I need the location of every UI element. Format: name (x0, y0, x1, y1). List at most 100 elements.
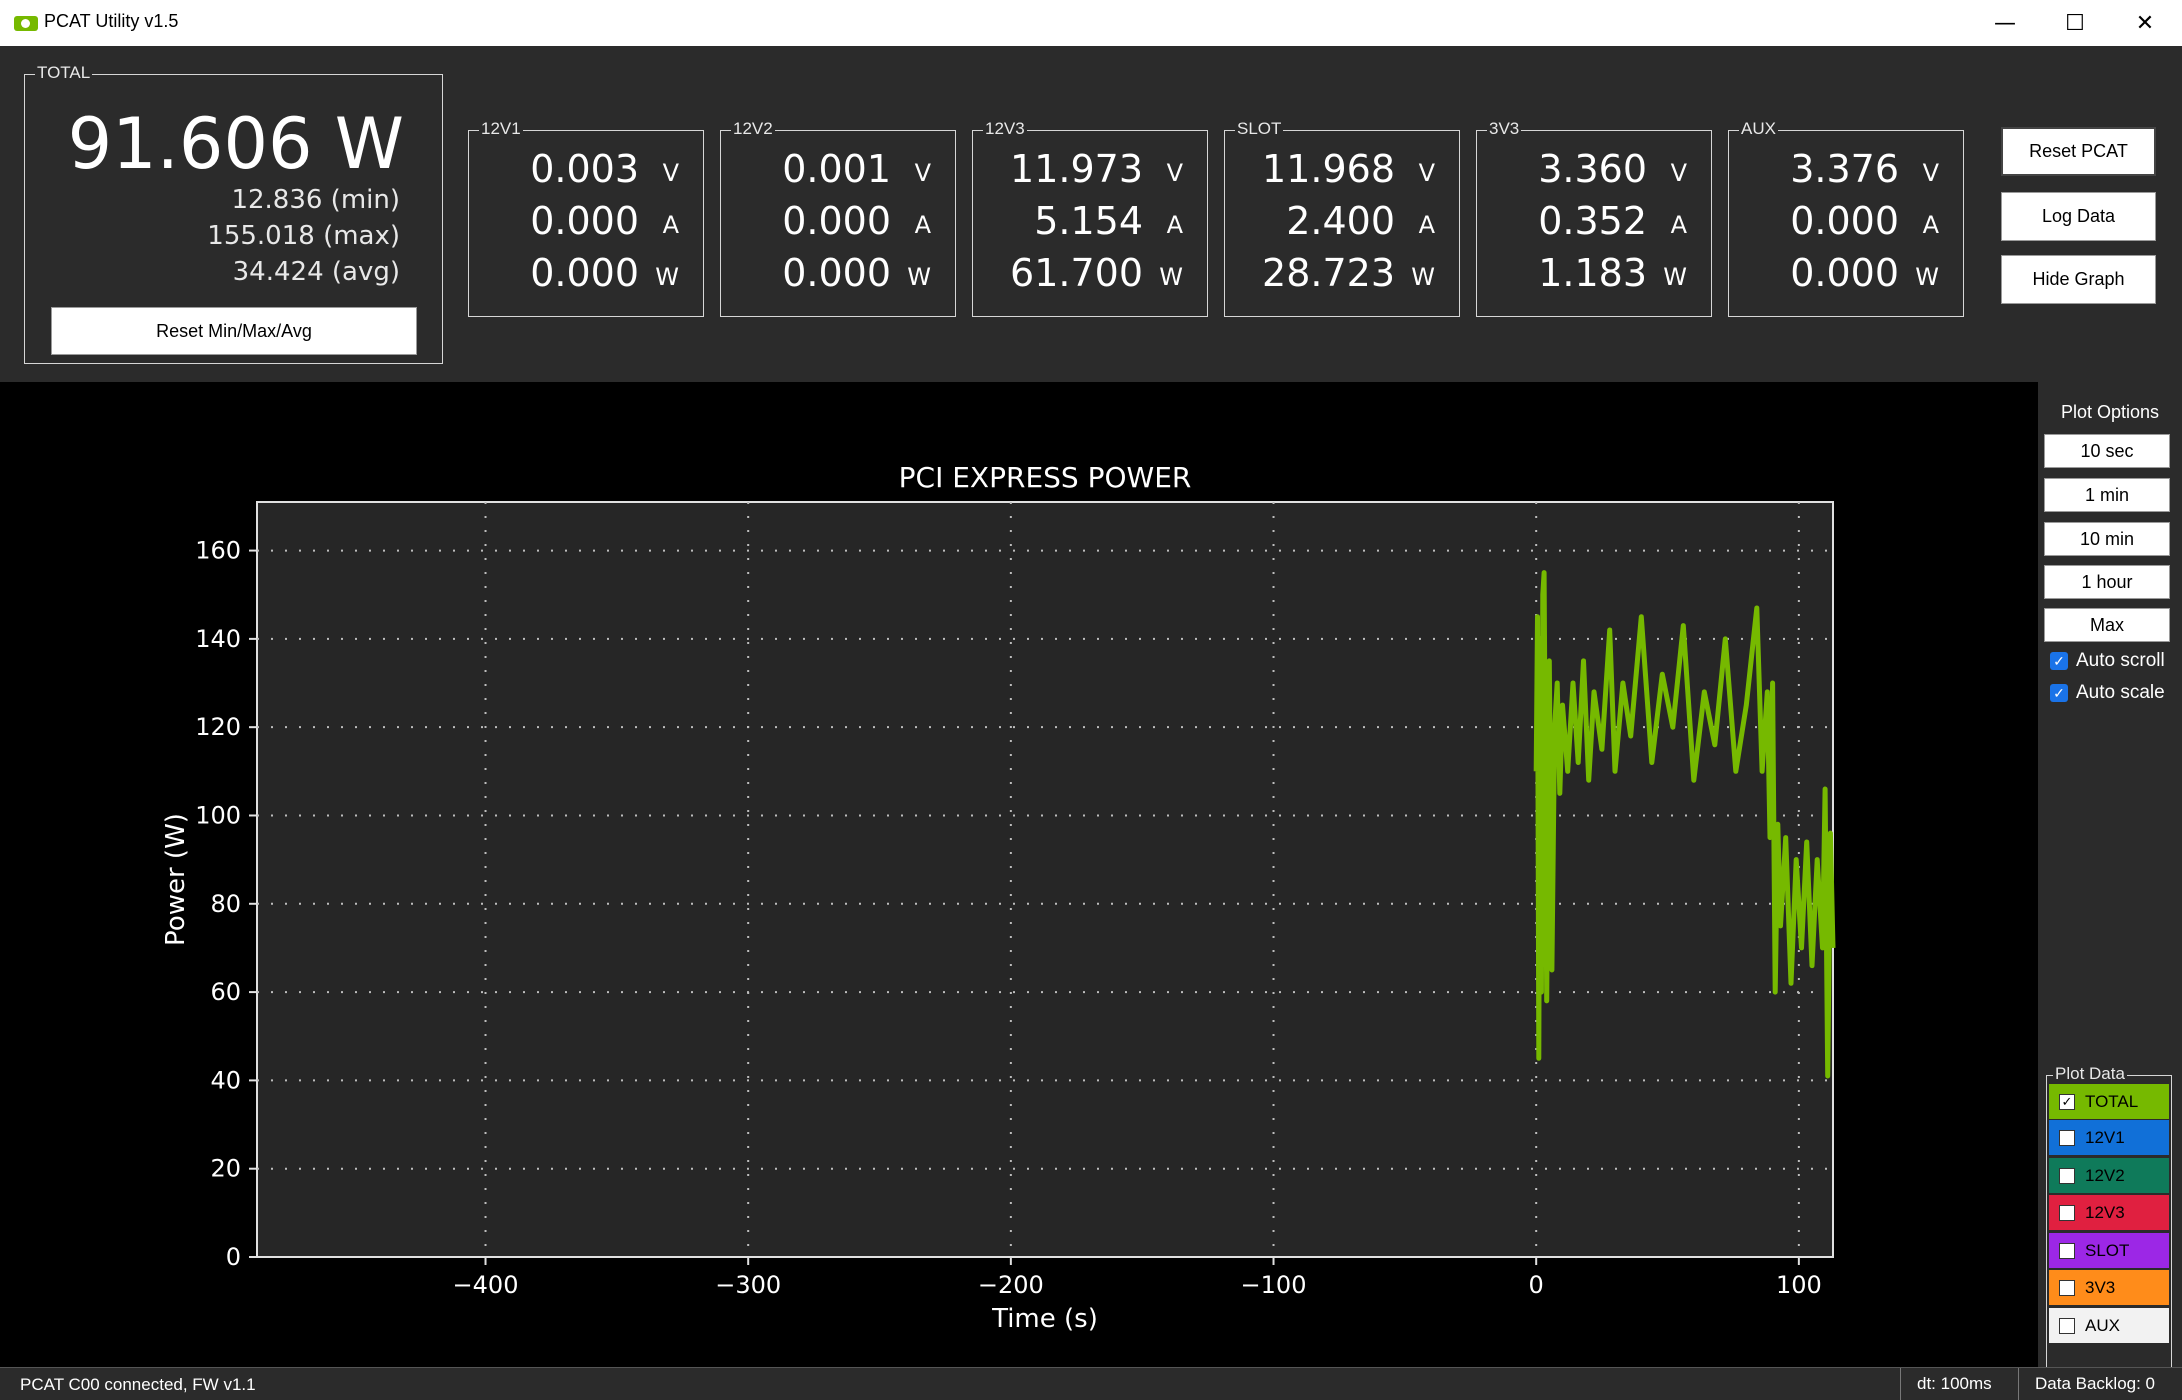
plot-options-title: Plot Options (2060, 402, 2160, 422)
log-data-button[interactable]: Log Data (2001, 192, 2156, 241)
rail-group-slot: SLOT 11.968 V 2.400 A 28.723 W (1224, 119, 1460, 317)
dt-status: dt: 100ms (1900, 1368, 2017, 1400)
close-button[interactable]: ✕ (2110, 0, 2180, 46)
rail-watts-unit: W (1411, 263, 1435, 291)
x-tick-label: 0 (1529, 1271, 1544, 1299)
rail-amps-unit: A (662, 211, 679, 239)
checkbox-icon[interactable] (2059, 1242, 2075, 1259)
title-bar: PCAT Utility v1.5 — ☐ ✕ (0, 0, 2182, 46)
y-tick-label: 80 (210, 890, 241, 918)
rail-label: AUX (1739, 119, 1778, 139)
auto-scroll-checkbox[interactable]: ✓ Auto scroll (2050, 650, 2165, 672)
plot-data-item-aux[interactable]: AUX (2049, 1308, 2169, 1343)
rail-watts-value: 0.000 (530, 251, 639, 295)
range-max-button[interactable]: Max (2044, 608, 2170, 642)
plot-data-item-label: 12V2 (2085, 1165, 2125, 1185)
total-group: TOTAL 91.606 W 12.836 (min) 155.018 (max… (24, 63, 443, 364)
rail-watts-value: 0.000 (1790, 251, 1899, 295)
y-tick-label: 100 (195, 801, 241, 829)
hide-graph-button[interactable]: Hide Graph (2001, 255, 2156, 304)
rail-group-12v2: 12V2 0.001 V 0.000 A 0.000 W (720, 119, 956, 317)
checkbox-icon[interactable]: ✓ (2059, 1093, 2075, 1110)
rail-amps-value: 0.352 (1538, 199, 1647, 243)
total-avg-value: 34.424 (avg) (232, 257, 400, 287)
rail-watts-unit: W (1915, 263, 1939, 291)
auto-scale-label: Auto scale (2076, 682, 2165, 703)
y-tick-label: 120 (195, 713, 241, 741)
rail-volts-unit: V (1922, 159, 1939, 187)
auto-scale-checkbox[interactable]: ✓ Auto scale (2050, 682, 2165, 704)
nvidia-app-icon (14, 16, 38, 31)
maximize-button[interactable]: ☐ (2040, 0, 2110, 46)
range-10min-button[interactable]: 10 min (2044, 522, 2170, 556)
y-tick-label: 160 (195, 537, 241, 565)
range-1min-button[interactable]: 1 min (2044, 478, 2170, 512)
rail-volts-value: 11.973 (1010, 147, 1143, 191)
total-group-label: TOTAL (35, 63, 93, 83)
plot-data-item-label: 12V1 (2085, 1127, 2125, 1147)
rail-label: 12V3 (983, 119, 1027, 139)
rail-amps-value: 0.000 (1790, 199, 1899, 243)
plot-options-panel: Plot Options 10 sec 1 min 10 min 1 hour … (2038, 382, 2182, 1369)
plot-data-item-total[interactable]: ✓ TOTAL (2049, 1084, 2169, 1119)
reset-pcat-button[interactable]: Reset PCAT (2001, 127, 2156, 176)
rail-watts-value: 61.700 (1010, 251, 1143, 295)
plot-data-item-12v1[interactable]: 12V1 (2049, 1120, 2169, 1155)
y-tick-label: 40 (210, 1066, 241, 1094)
rail-amps-value: 0.000 (530, 199, 639, 243)
rail-volts-value: 3.360 (1538, 147, 1647, 191)
rail-volts-unit: V (1418, 159, 1435, 187)
checkbox-icon[interactable] (2059, 1204, 2075, 1221)
backlog-status: Data Backlog: 0 (2018, 1368, 2182, 1400)
reset-min-max-avg-button[interactable]: Reset Min/Max/Avg (51, 307, 417, 355)
rail-group-aux: AUX 3.376 V 0.000 A 0.000 W (1728, 119, 1964, 317)
rail-amps-unit: A (1418, 211, 1435, 239)
plot-data-item-label: 12V3 (2085, 1202, 2125, 1222)
checkbox-icon[interactable] (2059, 1167, 2075, 1184)
rail-amps-unit: A (1670, 211, 1687, 239)
rail-amps-unit: A (914, 211, 931, 239)
plot-data-item-label: SLOT (2085, 1240, 2130, 1260)
rail-watts-value: 0.000 (782, 251, 891, 295)
check-icon: ✓ (2050, 652, 2068, 670)
range-10sec-button[interactable]: 10 sec (2044, 434, 2170, 468)
y-axis-label: Power (W) (161, 813, 191, 946)
chart-title: PCI EXPRESS POWER (899, 461, 1192, 494)
readings-panel: TOTAL 91.606 W 12.836 (min) 155.018 (max… (0, 46, 2182, 382)
rail-label: 12V1 (479, 119, 523, 139)
checkbox-icon[interactable] (2059, 1279, 2075, 1296)
rail-volts-unit: V (1670, 159, 1687, 187)
rail-watts-value: 28.723 (1262, 251, 1395, 295)
rail-watts-unit: W (1663, 263, 1687, 291)
plot-data-item-12v2[interactable]: 12V2 (2049, 1158, 2169, 1193)
x-tick-label: 100 (1776, 1271, 1822, 1299)
check-mark-icon: ✓ (2061, 1094, 2073, 1109)
rail-label: 12V2 (731, 119, 775, 139)
y-tick-label: 140 (195, 625, 241, 653)
x-tick-label: −100 (1241, 1271, 1307, 1299)
checkbox-icon[interactable] (2059, 1129, 2075, 1146)
plot-data-item-slot[interactable]: SLOT (2049, 1233, 2169, 1268)
rail-volts-value: 0.001 (782, 147, 891, 191)
plot-data-item-3v3[interactable]: 3V3 (2049, 1270, 2169, 1305)
rail-group-3v3: 3V3 3.360 V 0.352 A 1.183 W (1476, 119, 1712, 317)
range-1hour-button[interactable]: 1 hour (2044, 565, 2170, 599)
status-bar: PCAT C00 connected, FW v1.1 dt: 100ms Da… (0, 1367, 2182, 1400)
y-tick-label: 20 (210, 1155, 241, 1183)
rail-label: 3V3 (1487, 119, 1522, 139)
rail-watts-value: 1.183 (1538, 251, 1647, 295)
plot-data-item-label: AUX (2085, 1315, 2120, 1335)
rail-amps-unit: A (1922, 211, 1939, 239)
check-icon: ✓ (2050, 684, 2068, 702)
checkbox-icon[interactable] (2059, 1317, 2075, 1334)
rail-amps-value: 5.154 (1034, 199, 1143, 243)
window-title: PCAT Utility v1.5 (44, 11, 179, 31)
plot-data-item-label: TOTAL (2085, 1091, 2139, 1111)
rail-watts-unit: W (655, 263, 679, 291)
rail-volts-value: 3.376 (1790, 147, 1899, 191)
rail-group-12v3: 12V3 11.973 V 5.154 A 61.700 W (972, 119, 1208, 317)
minimize-button[interactable]: — (1970, 0, 2040, 46)
plot-data-item-12v3[interactable]: 12V3 (2049, 1195, 2169, 1230)
x-axis-label: Time (s) (991, 1304, 1098, 1334)
plot-frame (256, 501, 1834, 1258)
